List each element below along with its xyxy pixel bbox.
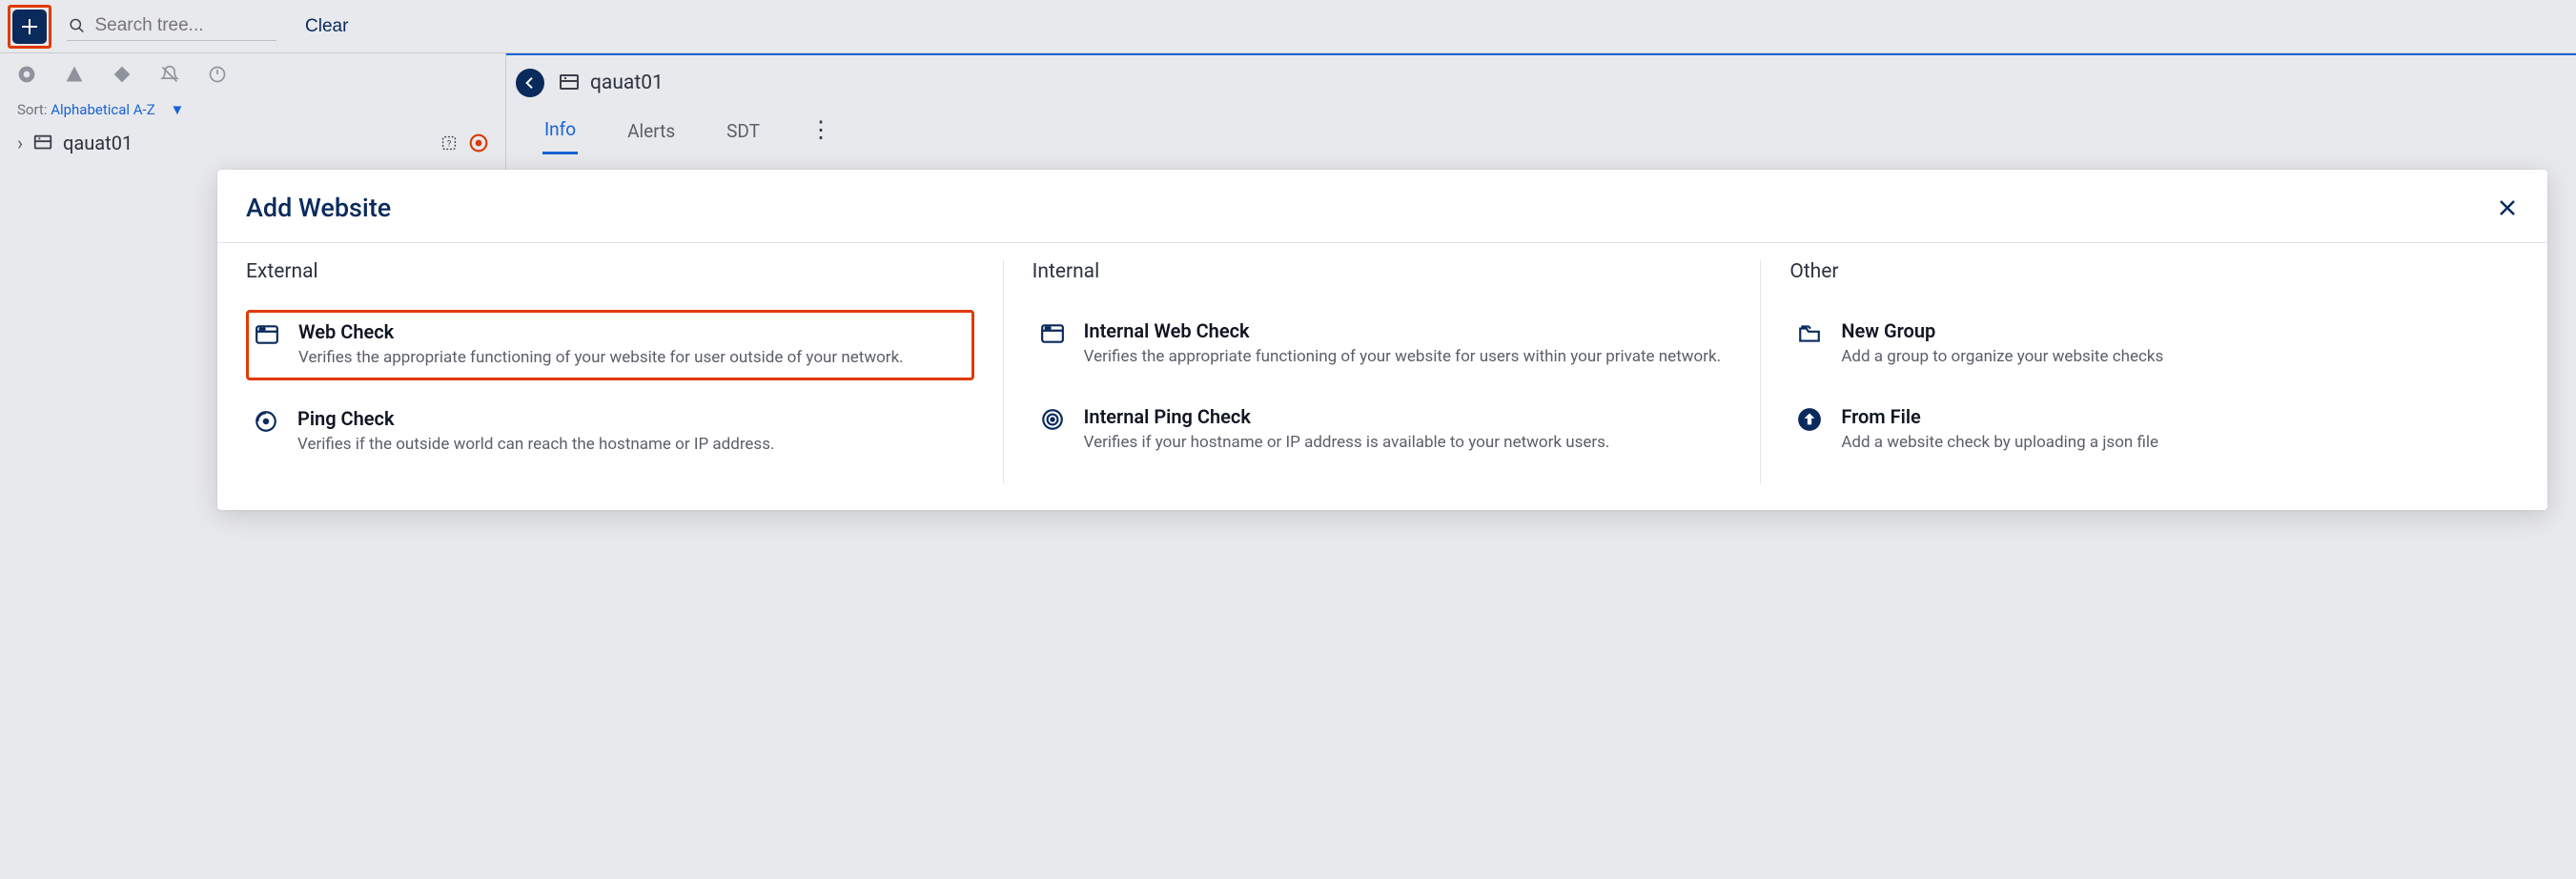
- option-title: Ping Check: [297, 407, 774, 430]
- power-icon[interactable]: [208, 65, 227, 84]
- option-title: Web Check: [298, 320, 904, 343]
- device-icon: [558, 72, 581, 94]
- back-button[interactable]: [516, 69, 544, 97]
- option-internal-web-check[interactable]: Internal Web Check Verifies the appropri…: [1032, 310, 1732, 378]
- option-title: Internal Web Check: [1084, 319, 1721, 342]
- search-icon: [69, 16, 85, 35]
- upload-icon: [1797, 405, 1826, 455]
- modal-body: External Web Check Verifies the appropri…: [217, 243, 2547, 510]
- plus-icon: [20, 17, 39, 36]
- add-button[interactable]: [12, 10, 47, 44]
- option-ping-check[interactable]: Ping Check Verifies if the outside world…: [246, 398, 974, 466]
- chevron-left-icon: [522, 75, 538, 91]
- option-desc: Verifies if the outside world can reach …: [297, 434, 774, 457]
- col-heading-external: External: [246, 260, 974, 283]
- detail-tabs: Info Alerts SDT ⋮: [506, 97, 2576, 154]
- col-heading-internal: Internal: [1032, 260, 1732, 283]
- option-internal-ping-check[interactable]: Internal Ping Check Verifies if your hos…: [1032, 396, 1732, 464]
- option-new-group[interactable]: New Group Add a group to organize your w…: [1789, 310, 2519, 378]
- add-button-highlight: [8, 5, 51, 49]
- sort-label: Sort:: [17, 101, 47, 118]
- option-from-file[interactable]: From File Add a website check by uploadi…: [1789, 396, 2519, 464]
- detail-header: qauat01: [506, 53, 2576, 97]
- col-heading-other: Other: [1789, 260, 2519, 283]
- option-desc: Verifies if your hostname or IP address …: [1084, 432, 1610, 455]
- modal-header: Add Website: [217, 170, 2547, 243]
- folder-icon: [1797, 319, 1826, 369]
- option-title: Internal Ping Check: [1084, 405, 1610, 428]
- tree-item-label: qauat01: [63, 132, 133, 154]
- detail-title: qauat01: [590, 72, 664, 94]
- sort-value: Alphabetical A-Z: [51, 101, 155, 118]
- option-title: From File: [1841, 405, 2158, 428]
- option-desc: Verifies the appropriate functioning of …: [298, 347, 904, 370]
- col-internal: Internal Internal Web Check Verifies the…: [1004, 260, 1762, 483]
- status-alert-icon[interactable]: [469, 133, 488, 153]
- browser-icon: [1040, 319, 1069, 369]
- add-website-modal: Add Website External Web Check Verifies …: [217, 170, 2547, 510]
- browser-icon: [255, 320, 283, 370]
- top-toolbar: Clear: [0, 0, 2576, 53]
- col-other: Other New Group Add a group to organize …: [1761, 260, 2519, 483]
- bell-off-icon[interactable]: [160, 65, 179, 84]
- device-icon: [32, 133, 53, 153]
- chip-unknown-icon[interactable]: ?: [439, 133, 460, 153]
- status-circle-icon[interactable]: [17, 65, 36, 84]
- tab-sdt[interactable]: SDT: [725, 112, 762, 153]
- sort-row[interactable]: Sort: Alphabetical A-Z ▼: [0, 95, 505, 124]
- ping-icon: [254, 407, 282, 457]
- search-input[interactable]: [94, 15, 275, 36]
- ping-target-icon: [1040, 405, 1069, 455]
- option-web-check[interactable]: Web Check Verifies the appropriate funct…: [246, 310, 974, 380]
- filter-icon-row: [0, 53, 505, 95]
- clear-button[interactable]: Clear: [292, 10, 361, 43]
- close-icon: [2496, 196, 2519, 219]
- tab-info[interactable]: Info: [542, 111, 578, 154]
- caret-right-icon[interactable]: ›: [17, 132, 23, 154]
- option-desc: Verifies the appropriate functioning of …: [1084, 346, 1721, 369]
- more-menu-icon[interactable]: ⋮: [809, 116, 832, 149]
- close-button[interactable]: [2496, 196, 2519, 219]
- tab-alerts[interactable]: Alerts: [625, 112, 677, 153]
- svg-text:?: ?: [447, 140, 451, 150]
- option-desc: Add a website check by uploading a json …: [1841, 432, 2158, 455]
- modal-title: Add Website: [246, 193, 391, 223]
- chevron-down-icon: ▼: [170, 101, 184, 118]
- option-title: New Group: [1841, 319, 2163, 342]
- left-panel: Sort: Alphabetical A-Z ▼ › qauat01 ?: [0, 53, 505, 162]
- search-field[interactable]: [67, 11, 276, 41]
- col-external: External Web Check Verifies the appropri…: [246, 260, 1004, 483]
- warning-triangle-icon[interactable]: [65, 65, 84, 84]
- tree-item[interactable]: › qauat01 ?: [0, 124, 505, 162]
- diamond-icon[interactable]: [112, 65, 132, 84]
- option-desc: Add a group to organize your website che…: [1841, 346, 2163, 369]
